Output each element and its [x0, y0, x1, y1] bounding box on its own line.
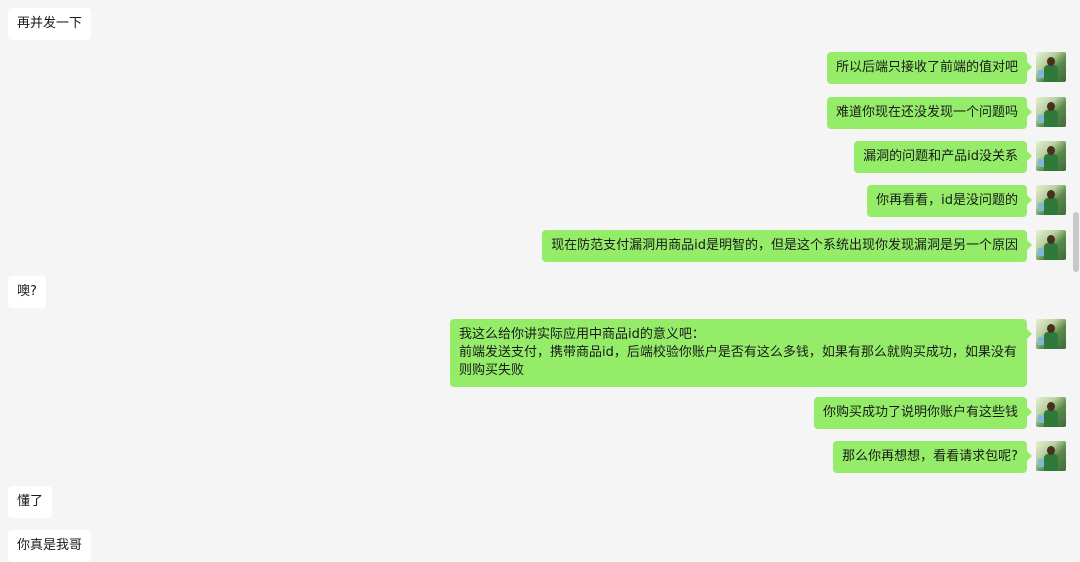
- user-avatar-icon[interactable]: [1036, 230, 1066, 260]
- received-message-bubble[interactable]: 懂了: [8, 486, 53, 518]
- message-row: 你购买成功了说明你账户有这些钱: [0, 397, 1066, 429]
- sent-message-bubble[interactable]: 我这么给你讲实际应用中商品id的意义吧： 前端发送支付，携带商品id，后端校验你…: [450, 319, 1032, 387]
- message-row: 难道你现在还没发现一个问题吗: [0, 97, 1066, 129]
- message-row: 那么你再想想，看看请求包呢?: [0, 441, 1066, 473]
- sent-message-bubble[interactable]: 所以后端只接收了前端的值对吧: [826, 52, 1033, 84]
- received-message-bubble[interactable]: 噢?: [8, 276, 46, 308]
- chat-message-area: 再并发一下 所以后端只接收了前端的值对吧 难道你现在还没发现一个问题吗 漏洞的问…: [0, 0, 1080, 562]
- vertical-scrollbar[interactable]: [1073, 212, 1079, 272]
- sent-message-bubble[interactable]: 难道你现在还没发现一个问题吗: [826, 97, 1033, 129]
- user-avatar-icon[interactable]: [1036, 185, 1066, 215]
- user-avatar-icon[interactable]: [1036, 52, 1066, 82]
- message-row: 所以后端只接收了前端的值对吧: [0, 52, 1066, 84]
- sent-message-bubble[interactable]: 你购买成功了说明你账户有这些钱: [813, 397, 1033, 429]
- message-row: 我这么给你讲实际应用中商品id的意义吧： 前端发送支付，携带商品id，后端校验你…: [0, 319, 1066, 387]
- sent-message-bubble[interactable]: 那么你再想想，看看请求包呢?: [833, 441, 1032, 473]
- message-row: 现在防范支付漏洞用商品id是明智的，但是这个系统出现你发现漏洞是另一个原因: [0, 230, 1066, 262]
- user-avatar-icon[interactable]: [1036, 97, 1066, 127]
- received-message-bubble[interactable]: 再并发一下: [8, 8, 92, 40]
- message-row: 漏洞的问题和产品id没关系: [0, 141, 1066, 173]
- sent-message-bubble[interactable]: 你再看看，id是没问题的: [867, 185, 1032, 217]
- sent-message-bubble[interactable]: 漏洞的问题和产品id没关系: [854, 141, 1032, 173]
- sent-message-bubble[interactable]: 现在防范支付漏洞用商品id是明智的，但是这个系统出现你发现漏洞是另一个原因: [542, 230, 1032, 262]
- message-row: 懂了: [0, 486, 1066, 518]
- user-avatar-icon[interactable]: [1036, 441, 1066, 471]
- user-avatar-icon[interactable]: [1036, 319, 1066, 349]
- message-row: 再并发一下: [0, 8, 1066, 40]
- message-row: 你再看看，id是没问题的: [0, 185, 1066, 217]
- user-avatar-icon[interactable]: [1036, 141, 1066, 171]
- message-row: 噢?: [0, 276, 1066, 308]
- message-row: 你真是我哥: [0, 530, 1066, 562]
- user-avatar-icon[interactable]: [1036, 397, 1066, 427]
- received-message-bubble[interactable]: 你真是我哥: [8, 530, 92, 562]
